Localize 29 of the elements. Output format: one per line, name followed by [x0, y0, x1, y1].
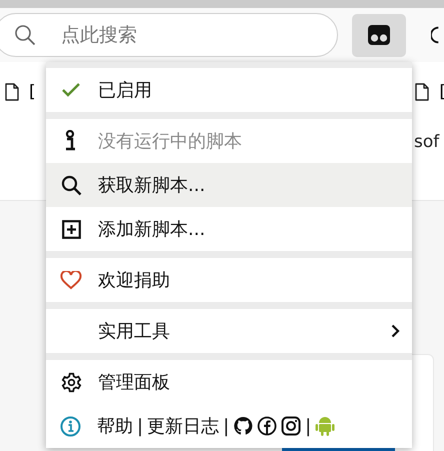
separator-text: |	[305, 416, 312, 436]
page-text: sof	[414, 132, 440, 152]
info-icon	[64, 130, 78, 152]
separator-text: |	[137, 416, 144, 436]
info-icon	[60, 416, 81, 436]
menu-item[interactable]: 添加新脚本...	[46, 207, 412, 251]
search-field[interactable]: 点此搜索	[0, 13, 338, 57]
search-icon	[14, 24, 36, 46]
menu-item[interactable]: 已启用	[46, 68, 412, 112]
facebook-icon[interactable]	[257, 416, 278, 436]
help-link[interactable]: 帮助	[97, 414, 133, 438]
menu-item[interactable]: 实用工具	[46, 309, 412, 353]
separator-text: |	[223, 416, 230, 436]
extension-button[interactable]	[352, 14, 406, 56]
add-icon	[62, 220, 80, 238]
bookmark-label[interactable]: [	[439, 82, 444, 102]
menu-item[interactable]: 欢迎捐助	[46, 258, 412, 302]
heart-icon	[60, 270, 82, 290]
file-icon	[5, 83, 19, 101]
github-icon[interactable]	[233, 416, 254, 436]
extension-icon	[368, 25, 390, 45]
instagram-icon[interactable]	[281, 416, 302, 436]
search-icon	[60, 174, 82, 196]
chevron-icon	[391, 324, 400, 338]
menu-item[interactable]: 管理面板	[46, 360, 412, 404]
help-link[interactable]: 更新日志	[147, 414, 220, 438]
bookmark-label[interactable]: [	[29, 82, 36, 102]
menu-item[interactable]: 获取新脚本...	[46, 163, 412, 207]
file-icon	[415, 83, 430, 101]
